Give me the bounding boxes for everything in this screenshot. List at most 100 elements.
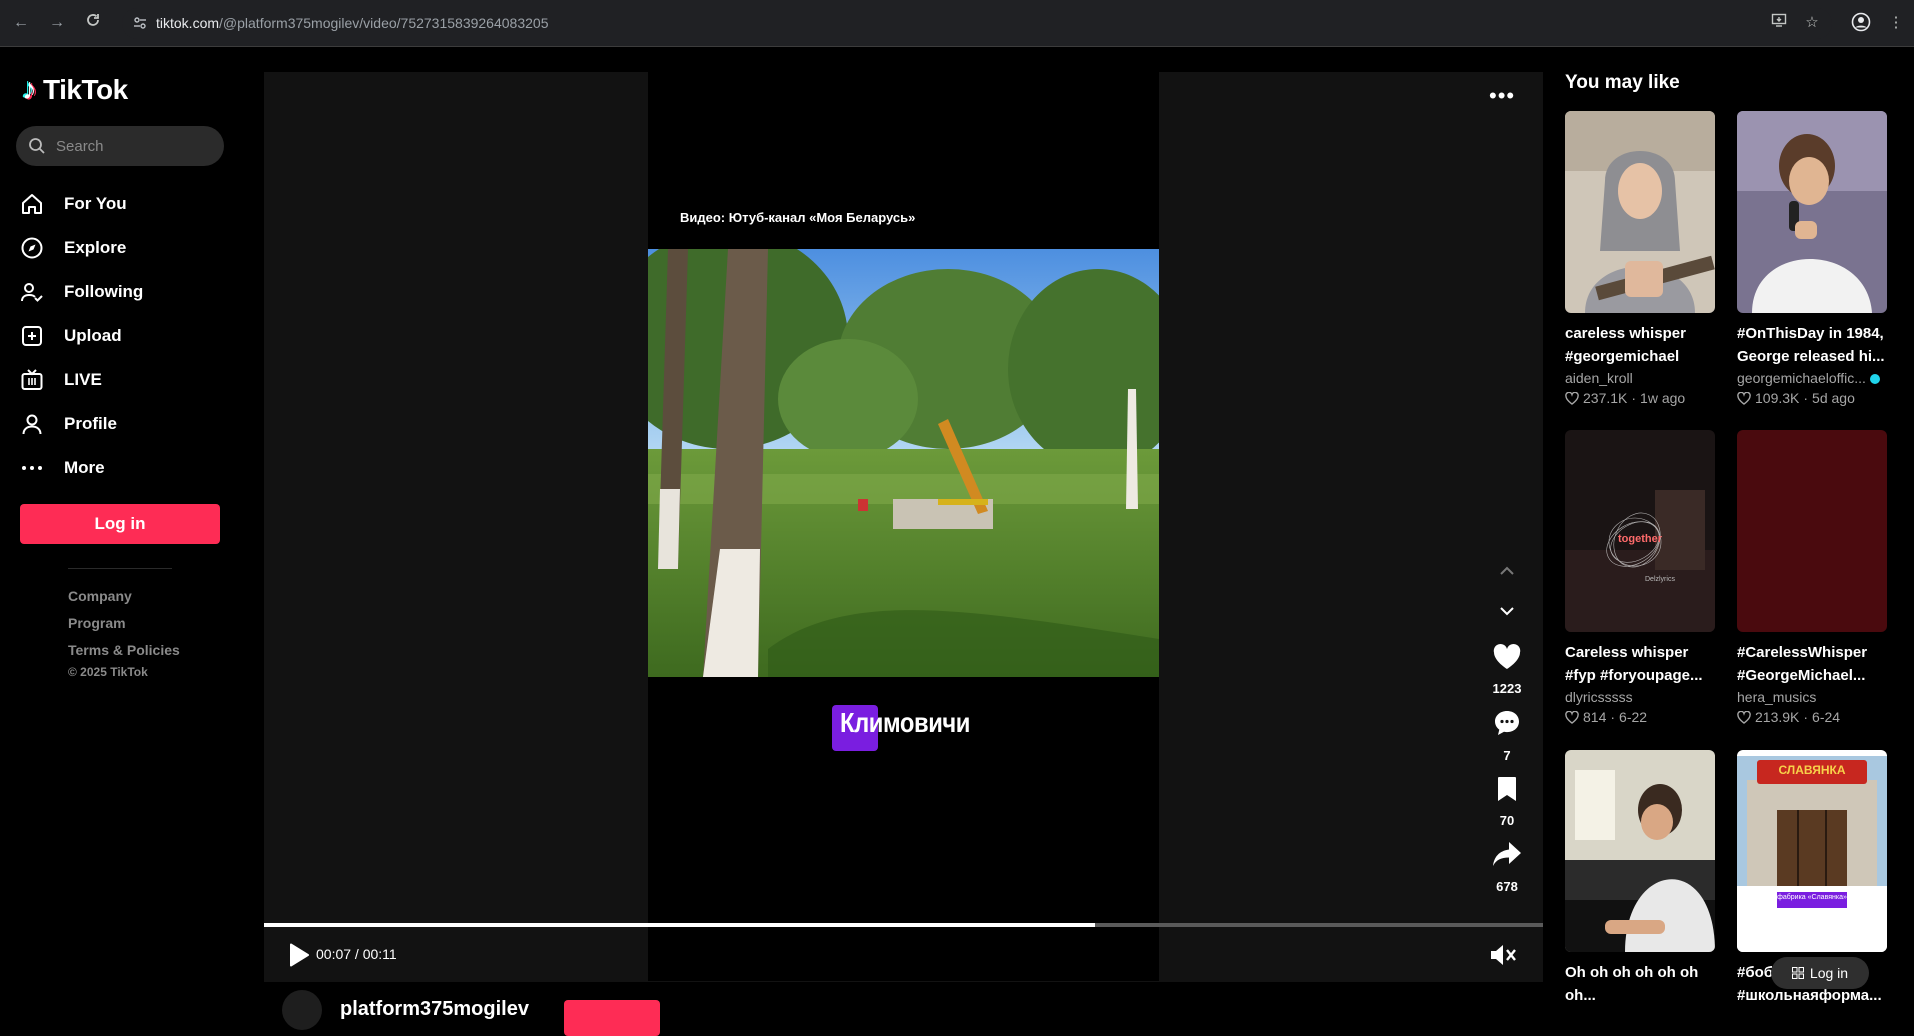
- nav-more[interactable]: More: [20, 446, 220, 490]
- follow-button[interactable]: [564, 1000, 660, 1036]
- heart-outline-icon: [1737, 710, 1751, 724]
- rec-meta: 109.3K · 5d ago: [1737, 388, 1887, 408]
- save-count: 70: [1499, 813, 1515, 828]
- footer-link-company[interactable]: Company: [68, 586, 180, 613]
- footer-link-program[interactable]: Program: [68, 613, 180, 640]
- rec-meta: 814 · 6-22: [1565, 707, 1715, 727]
- rec-card[interactable]: Oh oh oh oh oh oh oh...: [1565, 750, 1715, 1007]
- back-icon[interactable]: ←: [10, 12, 32, 34]
- compass-icon: [20, 234, 52, 262]
- playback-time: 00:07 / 00:11: [316, 946, 397, 962]
- nav-explore[interactable]: Explore: [20, 226, 220, 270]
- like-action[interactable]: 1223: [1482, 644, 1532, 696]
- share-icon: [1493, 842, 1521, 866]
- video-overlay-caption: Видео: Ютуб-канал «Моя Беларусь»: [680, 210, 916, 225]
- save-action[interactable]: 70: [1482, 776, 1532, 828]
- city-tag: Климовичи: [832, 705, 985, 751]
- rec-username[interactable]: dlyricsssss: [1565, 687, 1715, 707]
- grid-icon: [1791, 967, 1804, 979]
- site-info-icon[interactable]: [132, 15, 148, 31]
- rec-meta: 237.1K · 1w ago: [1565, 388, 1715, 408]
- share-action[interactable]: 678: [1482, 840, 1532, 894]
- mute-icon[interactable]: [1489, 942, 1517, 968]
- forward-icon[interactable]: →: [46, 12, 68, 34]
- play-icon[interactable]: [286, 942, 310, 968]
- rec-meta: 213.9K · 6-24: [1737, 707, 1887, 727]
- footer-link-terms[interactable]: Terms & Policies: [68, 640, 180, 667]
- rec-thumbnail[interactable]: [1565, 750, 1715, 952]
- profile-icon: [20, 410, 52, 438]
- search-input[interactable]: [56, 137, 216, 155]
- comment-icon: [1495, 711, 1519, 735]
- nav-upload[interactable]: Upload: [20, 314, 220, 358]
- copyright-text: © 2025 TikTok: [68, 665, 148, 679]
- url-text: tiktok.com/@platform375mogilev/video/752…: [156, 15, 549, 31]
- recommendations-title: You may like: [1565, 72, 1680, 93]
- rec-thumbnail[interactable]: [1565, 111, 1715, 313]
- reload-icon[interactable]: [82, 12, 104, 34]
- recommendations-panel: You may like careless whisper #georgemic…: [1565, 72, 1914, 1009]
- progress-fill: [264, 923, 1096, 927]
- more-icon: [20, 454, 52, 482]
- rec-title[interactable]: Oh oh oh oh oh oh oh...: [1565, 961, 1715, 1007]
- bookmark-star-icon[interactable]: ☆: [1801, 12, 1823, 34]
- video-player[interactable]: Видео: Ютуб-канал «Моя Беларусь» Климови…: [264, 72, 1543, 1036]
- player-controls: 00:07 / 00:11: [264, 934, 1543, 980]
- rec-title[interactable]: careless whisper #georgemichael: [1565, 322, 1715, 368]
- nav-live[interactable]: LIVE: [20, 358, 220, 402]
- following-icon: [20, 278, 52, 306]
- rec-card[interactable]: #OnThisDay in 1984, George released hi..…: [1737, 111, 1887, 408]
- sidebar-divider: [68, 568, 172, 569]
- nav-profile[interactable]: Profile: [20, 402, 220, 446]
- browser-menu-icon[interactable]: ⋮: [1885, 12, 1907, 34]
- browser-toolbar: ← → tiktok.com/@platform375mogilev/video…: [0, 0, 1914, 47]
- author-avatar[interactable]: [282, 990, 322, 1030]
- rec-thumbnail[interactable]: [1737, 111, 1887, 313]
- rec-username[interactable]: georgemichaeloffic...: [1737, 368, 1887, 388]
- rec-username[interactable]: aiden_kroll: [1565, 368, 1715, 388]
- verified-badge-icon: [1869, 374, 1880, 385]
- rec-thumbnail[interactable]: [1737, 430, 1887, 632]
- upload-icon: [20, 322, 52, 350]
- comment-action[interactable]: 7: [1482, 709, 1532, 763]
- author-row: platform375mogilev: [264, 982, 1543, 1036]
- nav-following[interactable]: Following: [20, 270, 220, 314]
- floating-login-button[interactable]: Log in: [1771, 957, 1869, 989]
- search-box[interactable]: [16, 126, 224, 166]
- author-name[interactable]: platform375mogilev: [340, 998, 529, 1021]
- share-count: 678: [1496, 879, 1518, 894]
- home-icon: [20, 190, 52, 218]
- rec-card[interactable]: together Delzlyrics Careless whisper #fy…: [1565, 430, 1715, 727]
- install-app-icon[interactable]: [1768, 12, 1790, 34]
- nav-for-you[interactable]: For You: [20, 182, 220, 226]
- login-button[interactable]: Log in: [20, 504, 220, 544]
- main-nav: For You Explore Following Upload LIVE Pr…: [20, 182, 220, 490]
- live-icon: [20, 366, 52, 394]
- rec-thumbnail[interactable]: together Delzlyrics: [1565, 430, 1715, 632]
- search-icon: [29, 138, 45, 154]
- previous-video-icon[interactable]: [1492, 556, 1522, 586]
- bookmark-icon: [1498, 777, 1516, 801]
- rec-username[interactable]: hera_musics: [1737, 687, 1887, 707]
- rec-thumbnail[interactable]: СЛАВЯНКА фабрика «Славянка»: [1737, 750, 1887, 952]
- video-stage[interactable]: Видео: Ютуб-канал «Моя Беларусь» Климови…: [648, 72, 1159, 981]
- comment-count: 7: [1503, 748, 1511, 763]
- more-options-icon[interactable]: •••: [1489, 85, 1515, 107]
- profile-avatar-icon[interactable]: [1850, 12, 1872, 34]
- progress-bar[interactable]: [264, 923, 1543, 927]
- heart-outline-icon: [1565, 710, 1579, 724]
- rec-title[interactable]: #CarelessWhisper #GeorgeMichael...: [1737, 641, 1887, 687]
- rec-title[interactable]: #OnThisDay in 1984, George released hi..…: [1737, 322, 1887, 368]
- address-bar[interactable]: tiktok.com/@platform375mogilev/video/752…: [122, 8, 1832, 39]
- footer-links: Company Program Terms & Policies © 2025 …: [68, 586, 180, 679]
- rec-card[interactable]: careless whisper #georgemichael aiden_kr…: [1565, 111, 1715, 408]
- rec-title[interactable]: Careless whisper #fyp #foryoupage...: [1565, 641, 1715, 687]
- heart-icon: [1493, 644, 1521, 669]
- tiktok-note-icon: ♪: [22, 73, 37, 106]
- video-frame-image: [648, 249, 1159, 677]
- heart-outline-icon: [1737, 391, 1751, 405]
- next-video-icon[interactable]: [1492, 596, 1522, 626]
- tiktok-logo[interactable]: ♪ TikTok: [22, 74, 128, 106]
- rec-card[interactable]: #CarelessWhisper #GeorgeMichael... hera_…: [1737, 430, 1887, 727]
- like-count: 1223: [1492, 681, 1522, 696]
